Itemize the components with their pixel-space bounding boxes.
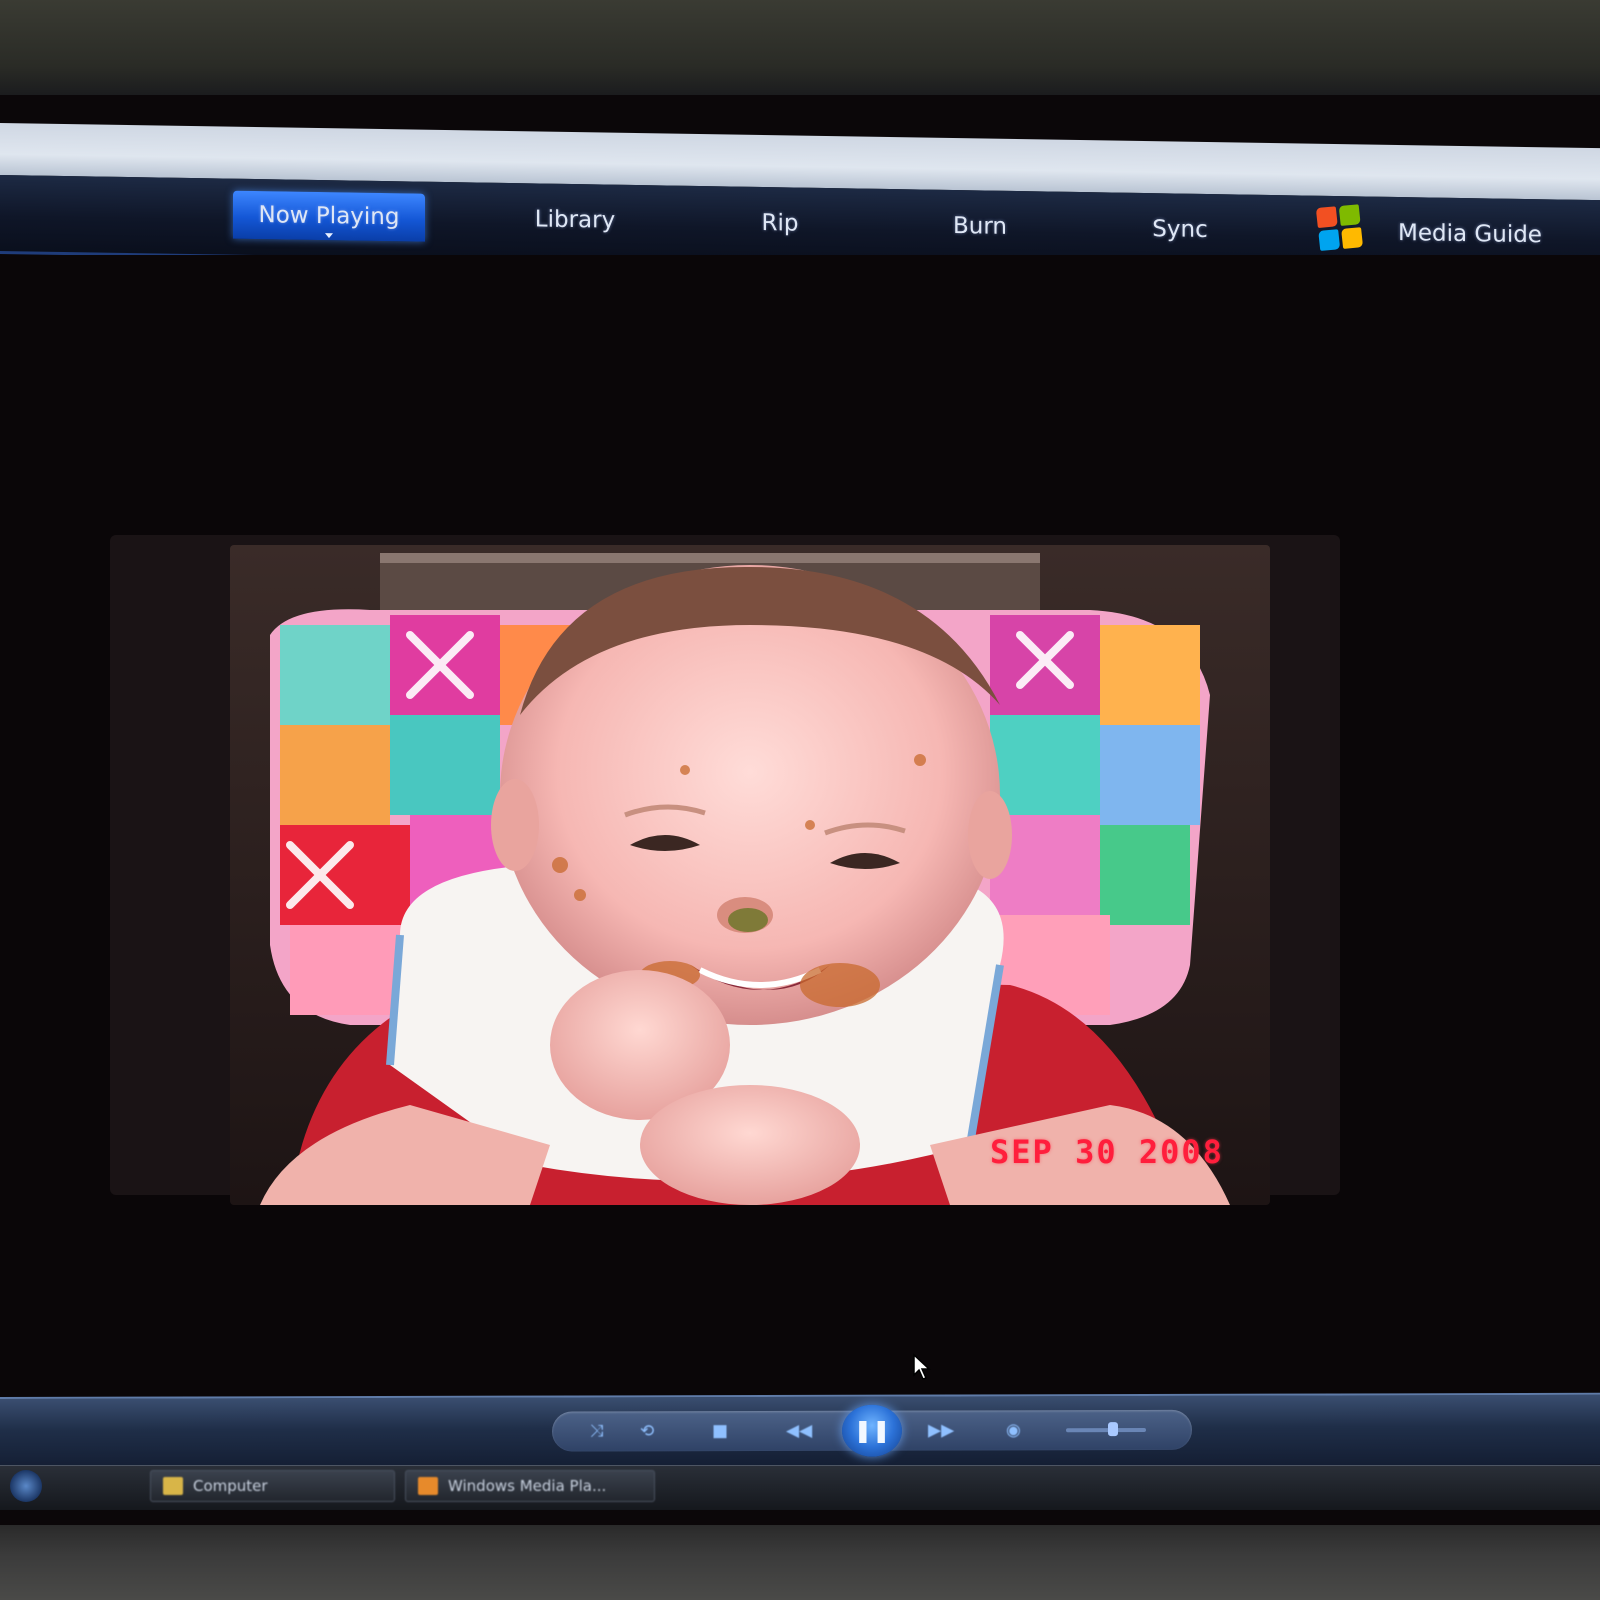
tab-label: Library bbox=[534, 206, 616, 234]
baby-photo-image: SEP 30 2008 bbox=[230, 545, 1270, 1205]
stop-button[interactable]: ■ bbox=[712, 1421, 728, 1441]
play-pause-button[interactable]: ❚❚ bbox=[842, 1404, 902, 1457]
tab-label: Sync bbox=[1152, 216, 1208, 243]
monitor-bezel-bottom bbox=[0, 1525, 1600, 1600]
chevron-down-icon[interactable] bbox=[325, 233, 333, 239]
mouse-pointer-icon bbox=[913, 1353, 931, 1380]
tab-rip[interactable]: Rip bbox=[705, 198, 855, 248]
volume-slider-handle[interactable] bbox=[1108, 1422, 1118, 1437]
tab-label: Burn bbox=[953, 212, 1007, 240]
pause-icon: ❚❚ bbox=[853, 1418, 891, 1444]
date-stamp: SEP 30 2008 bbox=[990, 1133, 1224, 1171]
monitor-bezel-top bbox=[0, 0, 1600, 95]
tab-now-playing[interactable]: Now Playing bbox=[233, 190, 425, 242]
taskbar-item-label: Windows Media Pla... bbox=[448, 1477, 607, 1495]
folder-icon bbox=[163, 1477, 183, 1495]
windows-logo-icon bbox=[1315, 204, 1364, 252]
shuffle-button[interactable]: ⤨ bbox=[590, 1421, 604, 1441]
tab-label: Now Playing bbox=[258, 202, 400, 231]
start-button[interactable] bbox=[10, 1470, 42, 1502]
tab-media-guide[interactable]: Media Guide bbox=[1380, 209, 1560, 260]
screen: Now Playing Library Rip Burn Sync Media … bbox=[0, 95, 1600, 1525]
tab-library[interactable]: Library bbox=[500, 195, 650, 245]
tab-burn[interactable]: Burn bbox=[905, 201, 1055, 251]
media-player-icon bbox=[418, 1477, 438, 1495]
mute-button[interactable]: ◉ bbox=[1006, 1420, 1021, 1440]
tab-label: Rip bbox=[761, 209, 799, 237]
repeat-button[interactable]: ⟲ bbox=[640, 1421, 654, 1441]
tab-sync[interactable]: Sync bbox=[1105, 204, 1255, 254]
taskbar: Computer Windows Media Pla... bbox=[0, 1465, 1600, 1510]
video-frame-baby-photo: SEP 30 2008 bbox=[230, 545, 1270, 1205]
taskbar-item-computer[interactable]: Computer bbox=[150, 1470, 395, 1502]
previous-button[interactable]: ◀◀ bbox=[786, 1421, 812, 1441]
tab-label: Media Guide bbox=[1398, 219, 1542, 249]
next-button[interactable]: ▶▶ bbox=[928, 1421, 954, 1441]
playback-controls-bar: ⤨ ⟲ ■ ◀◀ ❚❚ ▶▶ ◉ bbox=[0, 1392, 1600, 1469]
volume-slider[interactable] bbox=[1066, 1427, 1146, 1433]
taskbar-item-label: Computer bbox=[193, 1477, 268, 1495]
taskbar-item-windows-media-player[interactable]: Windows Media Pla... bbox=[405, 1470, 655, 1502]
